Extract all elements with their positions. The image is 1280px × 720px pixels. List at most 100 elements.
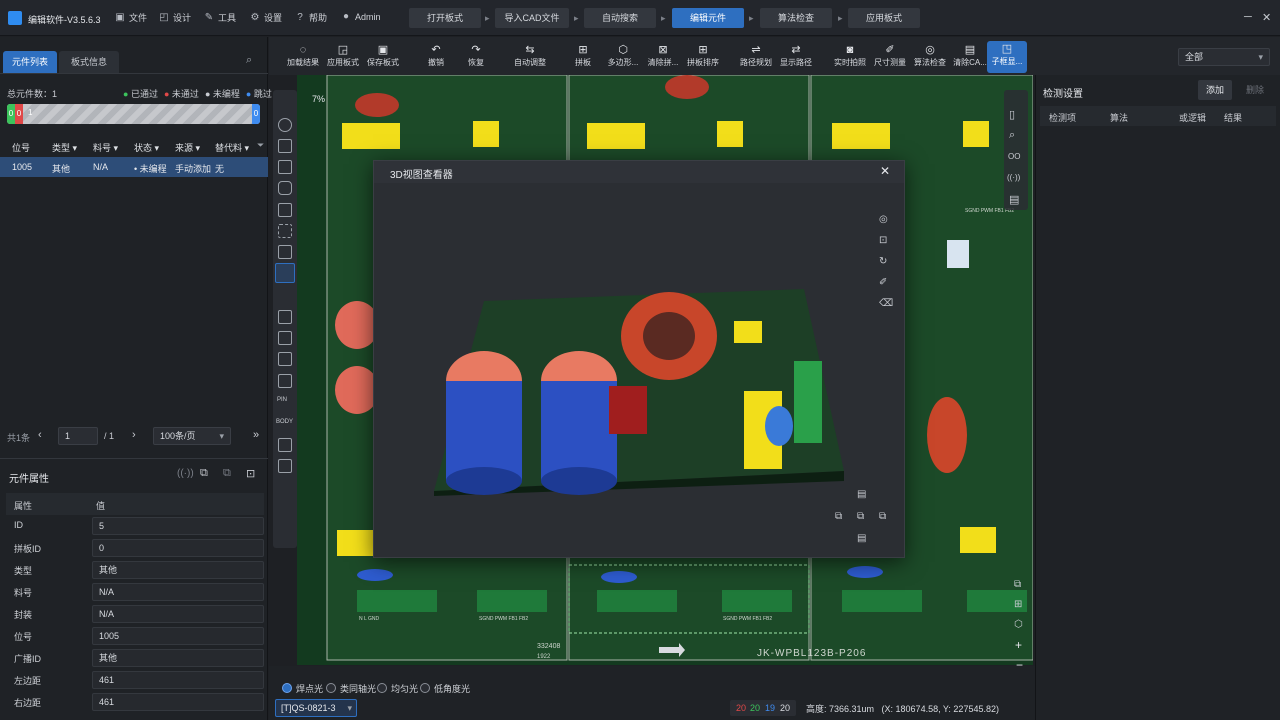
body-icon[interactable]: BODY bbox=[276, 419, 293, 425]
step-open-board[interactable]: 打开板式 bbox=[409, 8, 481, 28]
expand-icon[interactable]: » bbox=[253, 429, 259, 441]
search-zoom-icon[interactable]: ⌕ bbox=[1009, 129, 1015, 142]
menu-design[interactable]: ◰ 设计 bbox=[158, 11, 191, 24]
binoculars-icon[interactable]: OO bbox=[1008, 152, 1020, 161]
status-progress-bar: 0 0 1 0 bbox=[7, 104, 260, 124]
close-icon[interactable]: ✕ bbox=[1262, 11, 1271, 24]
board-id-select[interactable]: [T]QS-0821-3 ▾ bbox=[275, 699, 357, 717]
ic-icon[interactable] bbox=[278, 203, 292, 217]
filter-select[interactable]: 全部 ▾ bbox=[1178, 48, 1270, 66]
view-left-icon[interactable]: ⧉ bbox=[835, 511, 842, 522]
fit-icon[interactable]: ⧉ bbox=[1014, 579, 1021, 590]
layers-icon[interactable]: ▤ bbox=[1009, 193, 1019, 206]
per-page-select[interactable]: 100条/页 ▾ bbox=[153, 427, 231, 445]
show-path-button[interactable]: ⇄ 显示路径 bbox=[771, 42, 821, 72]
view-bottom-icon[interactable]: ▤ bbox=[857, 533, 866, 544]
tab-board-info[interactable]: 板式信息 bbox=[59, 51, 119, 73]
menu-settings[interactable]: ⚙ 设置 bbox=[249, 11, 283, 24]
redo-button[interactable]: ↷ 恢复 bbox=[451, 42, 501, 72]
broadcast-icon[interactable]: ((·)) bbox=[177, 468, 194, 479]
zoom-in-icon[interactable]: + bbox=[1015, 638, 1022, 652]
rect-tool-button[interactable] bbox=[275, 263, 295, 283]
menu-user[interactable]: ● Admin bbox=[340, 11, 381, 23]
dialog-close-icon[interactable]: ✕ bbox=[880, 164, 890, 178]
pin-icon[interactable]: PIN bbox=[277, 397, 287, 403]
tab-component-list[interactable]: 元件列表 bbox=[3, 51, 57, 73]
power-icon[interactable] bbox=[278, 438, 292, 452]
page-count: / 1 bbox=[104, 431, 115, 441]
detection-settings-title: 检测设置 bbox=[1043, 89, 1083, 100]
grid-view-icon[interactable]: ⊞ bbox=[1014, 599, 1022, 610]
auto-adjust-button[interactable]: ⇆ 自动调整 bbox=[505, 42, 555, 72]
polygon-icon: ⬡ bbox=[618, 44, 628, 56]
next-page-icon[interactable]: › bbox=[132, 429, 136, 441]
board-icon[interactable] bbox=[278, 310, 292, 324]
diode-icon[interactable] bbox=[278, 245, 292, 259]
rotate-icon[interactable]: ↻ bbox=[879, 256, 887, 267]
light-low-angle[interactable]: 低角度光 bbox=[420, 682, 470, 694]
barcode-icon[interactable] bbox=[278, 224, 292, 238]
eraser-icon[interactable]: ⌫ bbox=[879, 298, 893, 309]
list-icon[interactable] bbox=[278, 459, 292, 473]
filter-icon[interactable]: ⏷ bbox=[257, 140, 264, 151]
redo-icon: ↷ bbox=[471, 44, 481, 56]
copy-icon[interactable]: ⧉ bbox=[200, 467, 208, 480]
delete-button[interactable]: 删除 bbox=[1238, 80, 1272, 100]
step-algorithm-check[interactable]: 算法检查 bbox=[760, 8, 832, 28]
connector-icon[interactable] bbox=[278, 331, 292, 345]
lock-view-icon[interactable]: ⊡ bbox=[879, 235, 887, 246]
add-button[interactable]: 添加 bbox=[1198, 80, 1232, 100]
prev-page-icon[interactable]: ‹ bbox=[38, 429, 42, 441]
col-type[interactable]: 类型 ▾ bbox=[52, 141, 77, 154]
step-edit-components[interactable]: 编辑元件 bbox=[672, 8, 744, 28]
col-part[interactable]: 料号 ▾ bbox=[93, 141, 118, 154]
target-icon[interactable] bbox=[278, 118, 292, 132]
prop-row-type: 类型 其他 bbox=[6, 559, 264, 581]
alert-icon[interactable] bbox=[278, 374, 292, 388]
step-arrow-icon: ▸ bbox=[485, 13, 490, 23]
board-date: 1922 bbox=[537, 654, 551, 660]
search-icon[interactable]: ⌕ bbox=[246, 54, 252, 67]
paste-icon[interactable]: ⧉ bbox=[223, 467, 231, 480]
light-uniform[interactable]: 均匀光 bbox=[377, 682, 418, 694]
dialog-title: 3D视图查看器 bbox=[390, 170, 453, 181]
help-icon: ? bbox=[297, 11, 303, 23]
step-apply-board[interactable]: 应用板式 bbox=[848, 8, 920, 28]
light-solder[interactable]: 焊点光 bbox=[282, 682, 323, 694]
focus-icon[interactable] bbox=[278, 352, 292, 366]
3d-box-icon[interactable]: ⬡ bbox=[1014, 619, 1023, 630]
view-right-icon[interactable]: ⧉ bbox=[879, 511, 886, 522]
signal-icon[interactable]: ((·)) bbox=[1007, 173, 1020, 182]
folder-icon: ▣ bbox=[115, 11, 125, 23]
minimize-icon[interactable]: ─ bbox=[1244, 11, 1252, 23]
light-coaxial[interactable]: 类同轴光 bbox=[326, 682, 376, 694]
pin-marker-icon[interactable]: ◎ bbox=[879, 214, 888, 225]
col-ref[interactable]: 位号 bbox=[12, 141, 30, 154]
undo-icon: ↶ bbox=[431, 44, 441, 56]
view-front-icon[interactable]: ⧉ bbox=[857, 511, 864, 522]
prop-row-ref: 位号 1005 bbox=[6, 625, 264, 647]
menu-tools[interactable]: ✎ 工具 bbox=[203, 11, 236, 24]
zoom-level: 7% bbox=[312, 94, 326, 104]
save-board-button[interactable]: ▣ 保存板式 bbox=[358, 42, 408, 72]
view-top-icon[interactable]: ▤ bbox=[857, 489, 866, 500]
measure-3d-icon[interactable]: ✐ bbox=[879, 277, 887, 288]
step-auto-search[interactable]: 自动搜索 bbox=[584, 8, 656, 28]
panel-sort-button[interactable]: ⊞ 拼板排序 bbox=[678, 42, 728, 72]
show-path-icon: ⇄ bbox=[791, 44, 801, 56]
table-row[interactable]: 1005 其他 N/A • 未编程 手动添加 无 bbox=[0, 157, 268, 177]
capacitor-icon[interactable] bbox=[278, 160, 292, 174]
col-source[interactable]: 来源 ▾ bbox=[175, 141, 200, 154]
device-icon[interactable]: ▯ bbox=[1009, 108, 1015, 121]
page-input[interactable]: 1 bbox=[58, 427, 98, 445]
chip-icon[interactable] bbox=[278, 181, 292, 195]
step-import-cad[interactable]: 导入CAD文件 bbox=[495, 8, 569, 28]
menu-file[interactable]: ▣ 文件 bbox=[114, 11, 147, 24]
subframe-display-button[interactable]: ◳ 子框显... bbox=[987, 41, 1027, 73]
resistor-icon[interactable] bbox=[278, 139, 292, 153]
lock-icon[interactable]: ⊡ bbox=[246, 467, 255, 480]
menu-help[interactable]: ? 帮助 bbox=[294, 11, 327, 24]
col-status[interactable]: 状态 ▾ bbox=[134, 141, 159, 154]
col-alt[interactable]: 替代料 ▾ bbox=[215, 141, 249, 154]
board-label: JK-WPBL123B-P206 bbox=[757, 648, 867, 659]
